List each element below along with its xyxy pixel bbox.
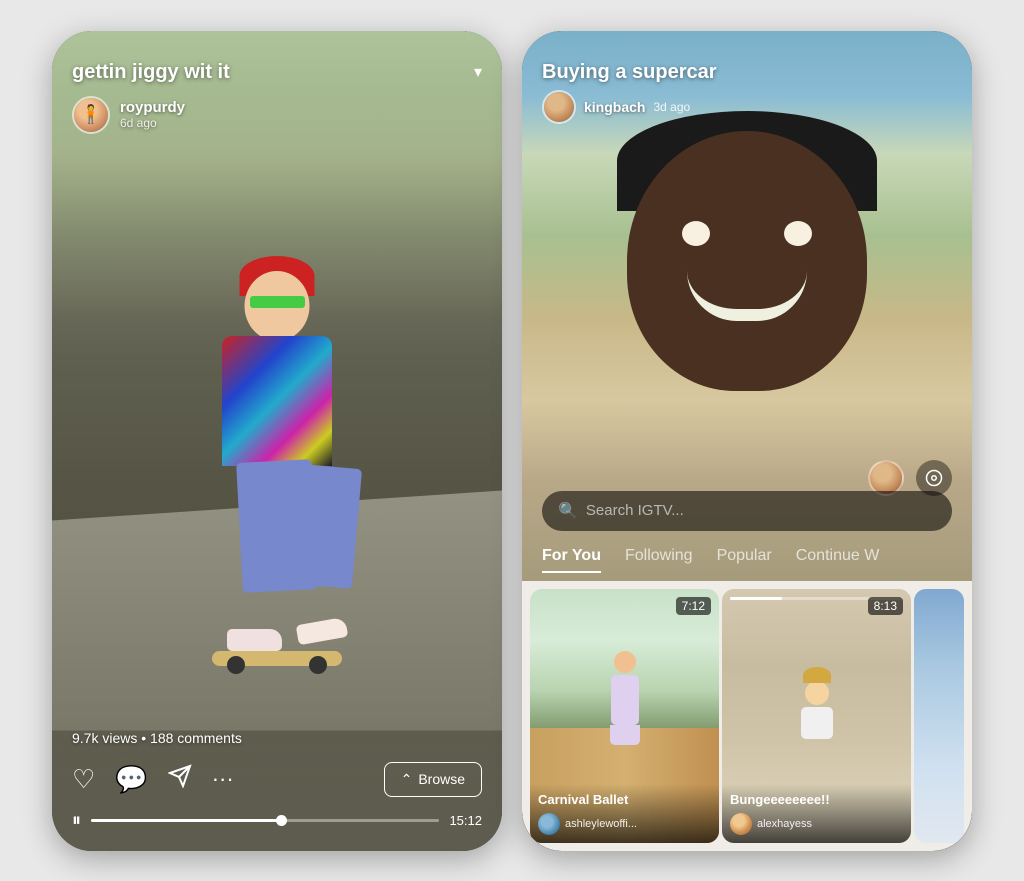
thumb-title-1: Carnival Ballet	[538, 792, 711, 808]
face-eye-right	[784, 221, 812, 246]
skateboard-wheel-right	[309, 656, 327, 674]
left-avatar-image: 🧍	[74, 98, 108, 132]
thumbnails-grid: 7:12 Carnival Ballet ashleylewoffi...	[522, 581, 972, 851]
tab-following[interactable]: Following	[625, 547, 693, 573]
browse-chevron: ⌃	[401, 771, 413, 788]
left-avatar[interactable]: 🧍	[72, 96, 110, 134]
tab-continue[interactable]: Continue W	[796, 547, 880, 573]
comment-icon[interactable]: 💬	[115, 764, 147, 795]
bp-body	[801, 707, 833, 739]
pause-button[interactable]: ⏸	[72, 810, 81, 831]
thumb-avatar-img-2	[730, 813, 752, 835]
progress-thumb	[276, 815, 287, 826]
right-avatar[interactable]	[542, 90, 576, 124]
search-icon: 🔍	[558, 501, 578, 521]
share-icon[interactable]	[168, 764, 192, 795]
thumb-duration-1: 7:12	[676, 597, 711, 615]
browse-label: Browse	[418, 771, 465, 787]
progress-fill	[91, 819, 283, 822]
face-eye-left	[682, 221, 710, 246]
face-head	[627, 131, 867, 391]
skater-jacket	[222, 336, 332, 466]
bp-hair	[803, 667, 831, 683]
stats-row: 9.7k views • 188 comments	[52, 722, 502, 754]
thumb-avatar-2	[730, 813, 752, 835]
thumb-bg-1: 7:12 Carnival Ballet ashleylewoffi...	[530, 589, 719, 843]
left-time-ago: 6d ago	[120, 116, 185, 130]
right-avatar-image	[544, 92, 574, 122]
thumb-progress-fill	[730, 597, 782, 600]
like-icon[interactable]: ♡	[72, 764, 95, 795]
left-bottom: 9.7k views • 188 comments ♡ 💬 ··· ⌃ Brow…	[52, 722, 502, 851]
left-username[interactable]: roypurdy	[120, 99, 185, 116]
left-header: gettin jiggy wit it ▾	[52, 51, 502, 94]
thumb-user-row-1: ashleylewoffi...	[538, 813, 711, 835]
left-video-title: gettin jiggy wit it	[72, 61, 466, 84]
progress-bar[interactable]	[91, 819, 439, 822]
thumbnail-partial[interactable]	[914, 589, 964, 843]
left-user-info: 🧍 roypurdy 6d ago	[72, 96, 185, 134]
skater-head	[245, 271, 310, 341]
thumb-duration-2: 8:13	[868, 597, 903, 615]
face-smile	[687, 271, 807, 321]
skater-shoe-right	[296, 616, 349, 644]
screenshot-container: gettin jiggy wit it ▾ 🧍 roypurdy 6d ago …	[0, 0, 1024, 881]
right-time-ago: 3d ago	[653, 100, 690, 114]
tab-for-you[interactable]: For You	[542, 547, 601, 573]
search-area: 🔍 Search IGTV...	[522, 491, 972, 541]
skater-pants-right	[282, 463, 362, 589]
thumb-user-row-2: alexhayess	[730, 813, 903, 835]
skater-shoe-left	[227, 629, 282, 651]
cf-head	[614, 651, 636, 673]
left-user-meta: roypurdy 6d ago	[120, 99, 185, 130]
right-username[interactable]: kingbach	[584, 99, 645, 115]
cf-legs	[610, 725, 640, 745]
progress-row: ⏸ 15:12	[52, 805, 502, 836]
thumb-username-1: ashleylewoffi...	[565, 818, 637, 830]
right-header: Buying a supercar kingbach 3d ago	[522, 51, 972, 134]
skater-figure	[197, 271, 357, 651]
thumb-bg-3	[914, 589, 964, 843]
thumbnail-carnival-ballet[interactable]: 7:12 Carnival Ballet ashleylewoffi...	[530, 589, 719, 843]
thumb-info-1: Carnival Ballet ashleylewoffi...	[530, 784, 719, 843]
thumbnail-bungee[interactable]: 8:13 Bungeeeeeeee!! alexhayess	[722, 589, 911, 843]
thumb-avatar-1	[538, 813, 560, 835]
thumb-username-2: alexhayess	[757, 818, 812, 830]
skateboard-wheel-left	[227, 656, 245, 674]
cf-body	[611, 675, 639, 725]
search-placeholder: Search IGTV...	[586, 502, 936, 519]
bp-head	[805, 681, 829, 705]
right-video-title: Buying a supercar	[542, 61, 952, 84]
right-user-row: kingbach 3d ago	[542, 90, 952, 124]
search-bar[interactable]: 🔍 Search IGTV...	[542, 491, 952, 531]
thumb-title-2: Bungeeeeeeee!!	[730, 792, 903, 808]
face-silhouette	[607, 131, 887, 451]
duration-text: 15:12	[449, 813, 482, 828]
dropdown-icon[interactable]: ▾	[474, 62, 482, 82]
tab-popular[interactable]: Popular	[717, 547, 772, 573]
thumb-bg-2: 8:13 Bungeeeeeeee!! alexhayess	[722, 589, 911, 843]
left-phone: gettin jiggy wit it ▾ 🧍 roypurdy 6d ago …	[52, 31, 502, 851]
browse-button[interactable]: ⌃ Browse	[384, 762, 482, 797]
thumb-info-2: Bungeeeeeeee!! alexhayess	[722, 784, 911, 843]
right-phone: Buying a supercar kingbach 3d ago	[522, 31, 972, 851]
bungee-person	[792, 665, 842, 735]
thumb-avatar-img-1	[538, 813, 560, 835]
skater-glasses	[250, 296, 305, 308]
carousel-figure	[595, 651, 655, 741]
actions-row: ♡ 💬 ··· ⌃ Browse	[52, 754, 502, 805]
skateboard	[212, 651, 342, 666]
stats-text: 9.7k views • 188 comments	[72, 730, 242, 746]
tabs-area: For You Following Popular Continue W	[522, 547, 972, 573]
more-icon[interactable]: ···	[212, 766, 364, 792]
